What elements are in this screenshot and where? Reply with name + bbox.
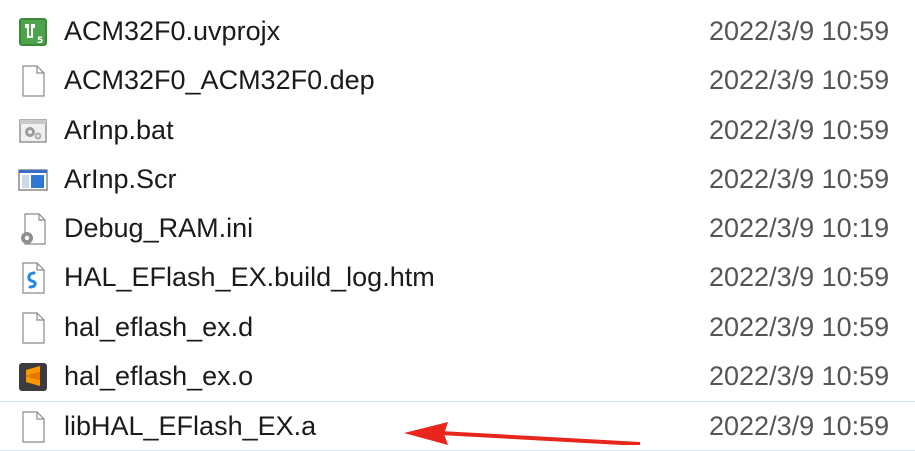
file-modified-date: 2022/3/9 10:59 <box>709 65 890 96</box>
file-name: hal_eflash_ex.d <box>64 311 254 342</box>
blank-file-icon <box>22 411 45 443</box>
file-modified-date: 2022/3/9 10:59 <box>709 114 890 145</box>
file-row[interactable]: hal_eflash_ex.o 2022/3/9 10:59 <box>0 352 915 401</box>
file-row[interactable]: Debug_RAM.ini 2022/3/9 10:19 <box>0 204 915 253</box>
file-row[interactable]: ArInp.bat 2022/3/9 10:59 <box>0 106 915 155</box>
file-name: ACM32F0_ACM32F0.dep <box>64 65 375 96</box>
file-modified-date: 2022/3/9 10:59 <box>709 163 890 194</box>
file-row[interactable]: HAL_EFlash_EX.build_log.htm 2022/3/9 10:… <box>0 253 915 302</box>
file-row[interactable]: hal_eflash_ex.d 2022/3/9 10:59 <box>0 303 915 352</box>
config-file-icon <box>21 213 46 245</box>
sublime-file-icon <box>19 363 47 392</box>
file-modified-date: 2022/3/9 10:59 <box>709 411 890 442</box>
blank-file-icon <box>22 312 45 344</box>
batch-file-icon <box>19 118 47 143</box>
file-row[interactable]: 5 ACM32F0.uvprojx 2022/3/9 10:59 <box>0 7 915 56</box>
html-file-icon <box>22 262 45 295</box>
blank-file-icon <box>22 65 45 97</box>
file-name: libHAL_EFlash_EX.a <box>64 411 317 442</box>
file-name: ACM32F0.uvprojx <box>64 16 281 46</box>
file-row[interactable]: ACM32F0_ACM32F0.dep 2022/3/9 10:59 <box>0 56 915 105</box>
file-name: ArInp.Scr <box>64 163 177 194</box>
file-modified-date: 2022/3/9 10:59 <box>709 311 890 342</box>
file-name: HAL_EFlash_EX.build_log.htm <box>64 262 435 293</box>
file-list: 5 ACM32F0.uvprojx 2022/3/9 10:59 ACM32F0… <box>0 7 915 451</box>
screensaver-file-icon <box>18 169 48 191</box>
file-modified-date: 2022/3/9 10:59 <box>709 16 890 46</box>
keil-project-icon: 5 <box>19 18 47 46</box>
file-modified-date: 2022/3/9 10:19 <box>709 213 890 244</box>
file-name: hal_eflash_ex.o <box>64 361 254 392</box>
file-name: Debug_RAM.ini <box>64 213 254 244</box>
file-row[interactable]: libHAL_EFlash_EX.a 2022/3/9 10:59 <box>0 401 915 451</box>
file-name: ArInp.bat <box>64 114 174 145</box>
svg-text:5: 5 <box>37 36 43 46</box>
file-modified-date: 2022/3/9 10:59 <box>709 262 890 293</box>
file-row[interactable]: ArInp.Scr 2022/3/9 10:59 <box>0 155 915 204</box>
file-modified-date: 2022/3/9 10:59 <box>709 361 890 392</box>
